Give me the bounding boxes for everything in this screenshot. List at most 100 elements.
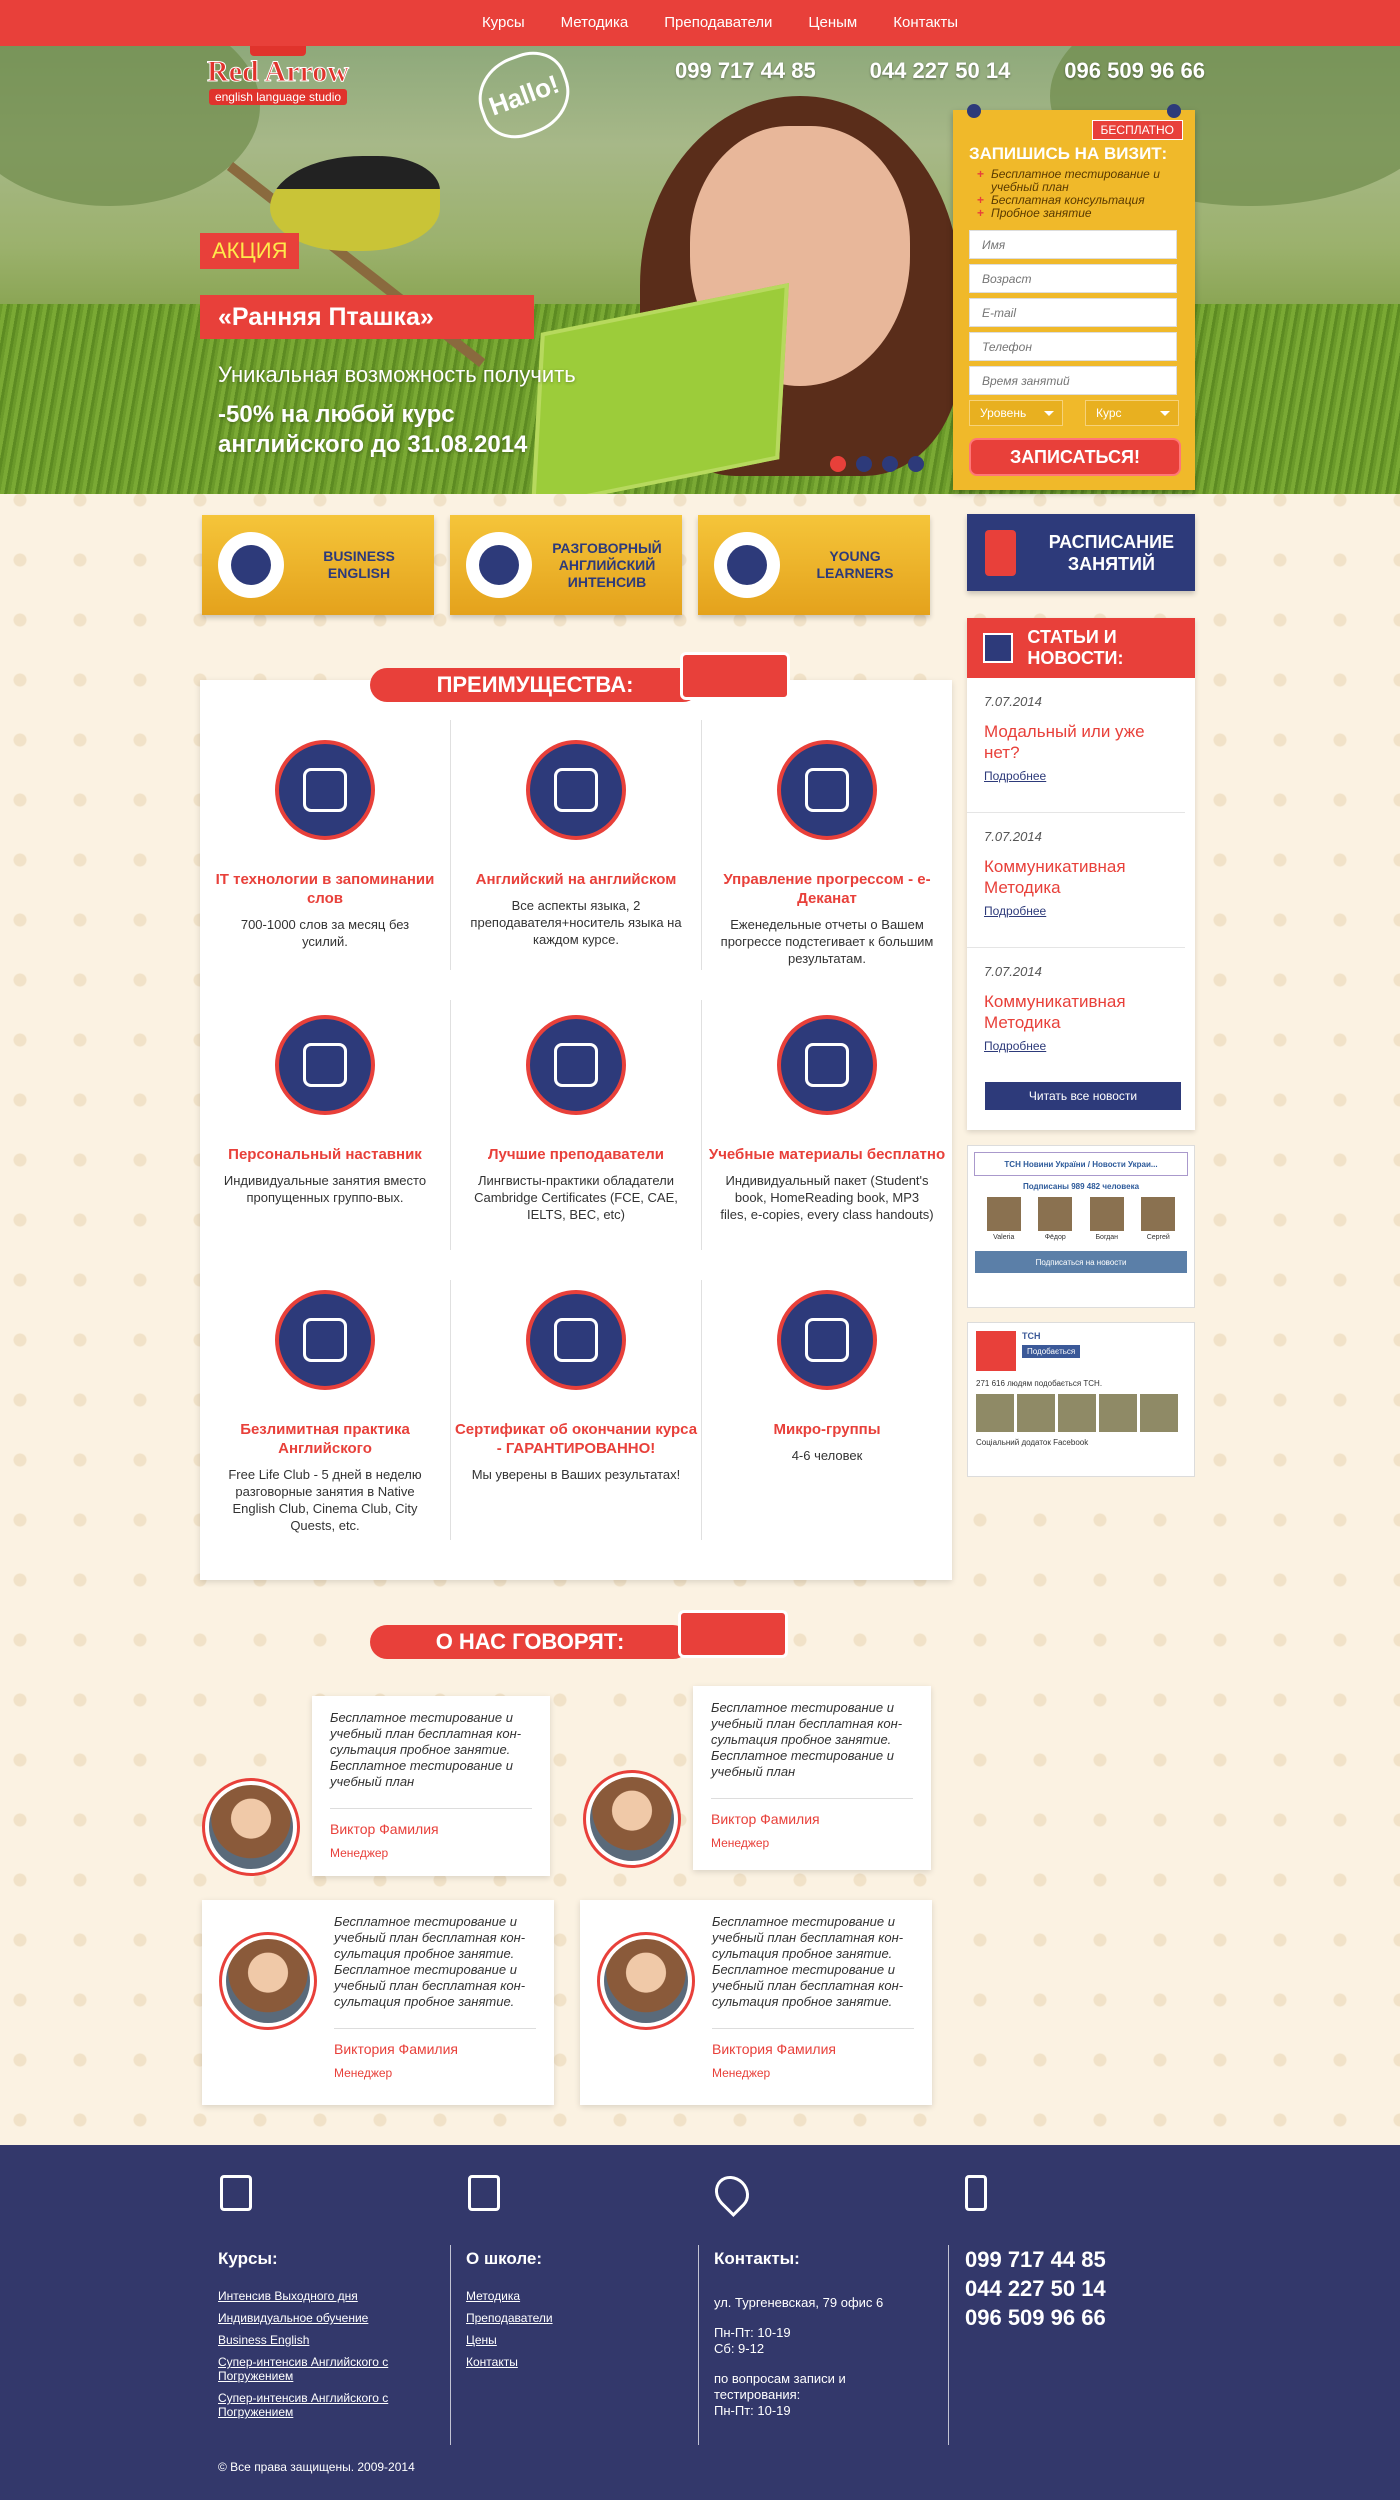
course-label: YOUNG LEARNERS xyxy=(816,548,894,581)
phone-number[interactable]: 096 509 96 66 xyxy=(1064,58,1205,84)
avatar[interactable] xyxy=(976,1394,1014,1432)
nav-link-contacts[interactable]: Контакты xyxy=(875,0,976,46)
footer-link[interactable]: Интенсив Выходного дня xyxy=(218,2289,430,2303)
news-date: 7.07.2014 xyxy=(984,964,1042,979)
avatar[interactable] xyxy=(1140,1394,1178,1432)
news-more-link[interactable]: Подробнее xyxy=(984,904,1046,918)
advantage-title: Учебные материалы бесплатно xyxy=(708,1146,946,1163)
nav-link-courses[interactable]: Курсы xyxy=(464,0,543,46)
nav-link-prices[interactable]: Ценым xyxy=(790,0,875,46)
signup-button[interactable]: ЗАПИСАТЬСЯ! xyxy=(969,438,1181,476)
footer-link[interactable]: Методика xyxy=(466,2289,678,2303)
fb-fans xyxy=(976,1394,1186,1432)
schedule-button[interactable]: РАСПИСАНИЕ ЗАНЯТИЙ xyxy=(967,514,1195,591)
course-speaking-intensive[interactable]: РАЗГОВОРНЫЙ АНГЛИЙСКИЙ ИНТЕНСИВ xyxy=(450,515,682,615)
phone-field[interactable] xyxy=(969,332,1177,361)
vk-subscriber-count: Подписаны 989 482 человека xyxy=(1022,1182,1140,1191)
course-young-learners[interactable]: YOUNG LEARNERS xyxy=(698,515,930,615)
time-field[interactable] xyxy=(969,366,1177,395)
phone-number[interactable]: 096 509 96 66 xyxy=(965,2303,1106,2332)
phone-number[interactable]: 099 717 44 85 xyxy=(965,2245,1106,2274)
avatar[interactable] xyxy=(1099,1394,1137,1432)
news-more-link[interactable]: Подробнее xyxy=(984,1039,1046,1053)
vk-group-title[interactable]: ТСН Новини України / Новости Украи... xyxy=(974,1152,1188,1176)
footer-link[interactable]: Супер-интенсив Английского с Погружением xyxy=(218,2391,408,2419)
avatar[interactable] xyxy=(1017,1394,1055,1432)
footer-link[interactable]: Супер-интенсив Английского с Погружением xyxy=(218,2355,408,2383)
advantage-text: 700-1000 слов за месяц без усилий. xyxy=(240,917,410,949)
nav-link-method[interactable]: Методика xyxy=(543,0,647,46)
age-field[interactable] xyxy=(969,264,1177,293)
advantage-text: Все аспекты языка, 2 преподавателя+носит… xyxy=(470,898,682,947)
map-pin-icon xyxy=(707,2168,757,2218)
pin-icon xyxy=(967,104,981,118)
email-field[interactable] xyxy=(969,298,1177,327)
news-headline[interactable]: Модальный или уже нет? xyxy=(984,721,1169,763)
vk-widget: ТСН Новини України / Новости Украи... По… xyxy=(967,1145,1195,1308)
advantage-item: Сертификат об окончании курса - ГАРАНТИР… xyxy=(451,1290,701,1560)
signup-selects: Уровень Курс xyxy=(969,400,1179,426)
news-item: 7.07.2014 Коммуникативная Методика Подро… xyxy=(967,813,1185,948)
footer-link[interactable]: Индивидуальное обучение xyxy=(218,2311,430,2325)
advantage-text: Мы уверены в Ваших результатах! xyxy=(471,1467,681,1482)
medal-person-icon xyxy=(526,1015,626,1115)
vk-person[interactable]: Сергей xyxy=(1141,1197,1176,1241)
hours: Пн-Пт: 10-19 xyxy=(714,2325,791,2340)
monitor-mail-icon xyxy=(777,740,877,840)
nav-link-teachers[interactable]: Преподаватели xyxy=(646,0,790,46)
slider-dot[interactable] xyxy=(856,456,872,472)
advantage-item: Учебные материалы бесплатно Индивидуальн… xyxy=(702,1015,952,1285)
handshake-icon xyxy=(777,1015,877,1115)
course-label: BUSINESS ENGLISH xyxy=(323,548,395,581)
slider-dot[interactable] xyxy=(882,456,898,472)
promo-badge: АКЦИЯ xyxy=(200,233,300,269)
footer-link[interactable]: Преподаватели xyxy=(466,2311,678,2325)
phone-number[interactable]: 044 227 50 14 xyxy=(965,2274,1106,2303)
team-icon xyxy=(526,740,626,840)
vk-person[interactable]: Фёдор xyxy=(1038,1197,1073,1241)
course-label: РАЗГОВОРНЫЙ АНГЛИЙСКИЙ ИНТЕНСИВ xyxy=(552,539,662,590)
footer-link[interactable]: Business English xyxy=(218,2333,430,2347)
avatar xyxy=(1038,1197,1073,1231)
name-field[interactable] xyxy=(969,230,1177,259)
review-role: Менеджер xyxy=(712,2066,771,2080)
advantage-item: Микро-группы 4-6 человек xyxy=(702,1290,952,1560)
vk-person[interactable]: Valeria xyxy=(986,1197,1021,1241)
fb-like-button[interactable]: Подобається xyxy=(1022,1345,1081,1358)
advantage-text: Индивидуальные занятия вместо пропущенны… xyxy=(223,1173,427,1205)
advantage-text: 4-6 человек xyxy=(791,1448,863,1463)
course-business-english[interactable]: BUSINESS ENGLISH xyxy=(202,515,434,615)
footer-contacts: Контакты: ул. Тургеневская, 79 офис 6 Пн… xyxy=(696,2168,926,2465)
fb-page-name[interactable]: ТСН xyxy=(1022,1331,1080,1341)
footer-heading: Курсы: xyxy=(218,2249,278,2268)
advantage-title: Лучшие преподаватели xyxy=(487,1146,665,1163)
news-headline[interactable]: Коммуникативная Методика xyxy=(984,991,1169,1033)
advantage-text: Индивидуальный пакет (Student's book, Ho… xyxy=(720,1173,934,1222)
advantage-title: Персональный наставник xyxy=(228,1146,422,1163)
news-header: СТАТЬИ И НОВОСТИ: xyxy=(967,618,1195,678)
news-more-link[interactable]: Подробнее xyxy=(984,769,1046,783)
head-lightbulb-icon xyxy=(714,532,780,598)
avatar xyxy=(597,1932,695,2030)
footer-phones: 099 717 44 85 044 227 50 14 096 509 96 6… xyxy=(965,2245,1106,2332)
course-select[interactable]: Курс xyxy=(1085,400,1179,426)
reviews-heading: О НАС ГОВОРЯТ: xyxy=(370,1625,690,1659)
perk-item: Бесплатное тестирование и учебный план xyxy=(977,168,1179,194)
avatar xyxy=(202,1778,300,1876)
slider-dot[interactable] xyxy=(908,456,924,472)
level-select[interactable]: Уровень xyxy=(969,400,1063,426)
footer-link[interactable]: Контакты xyxy=(466,2355,678,2369)
footer-link[interactable]: Цены xyxy=(466,2333,678,2347)
vk-person[interactable]: Богдан xyxy=(1089,1197,1124,1241)
phone-number[interactable]: 044 227 50 14 xyxy=(870,58,1011,84)
advantages-heading: ПРЕИМУЩЕСТВА: xyxy=(370,668,700,702)
read-all-news-button[interactable]: Читать все новости xyxy=(985,1082,1181,1110)
review-card: Бесплатное тестирование и учебный план б… xyxy=(312,1696,550,1876)
review-text: Бесплатное тестирование и учебный план б… xyxy=(330,1710,522,1789)
phone-number[interactable]: 099 717 44 85 xyxy=(675,58,816,84)
avatar[interactable] xyxy=(1058,1394,1096,1432)
news-headline[interactable]: Коммуникативная Методика xyxy=(984,856,1169,898)
vk-subscribe-button[interactable]: Подписаться на новости xyxy=(975,1251,1187,1273)
group-cycle-icon xyxy=(777,1290,877,1390)
slider-dot-active[interactable] xyxy=(830,456,846,472)
